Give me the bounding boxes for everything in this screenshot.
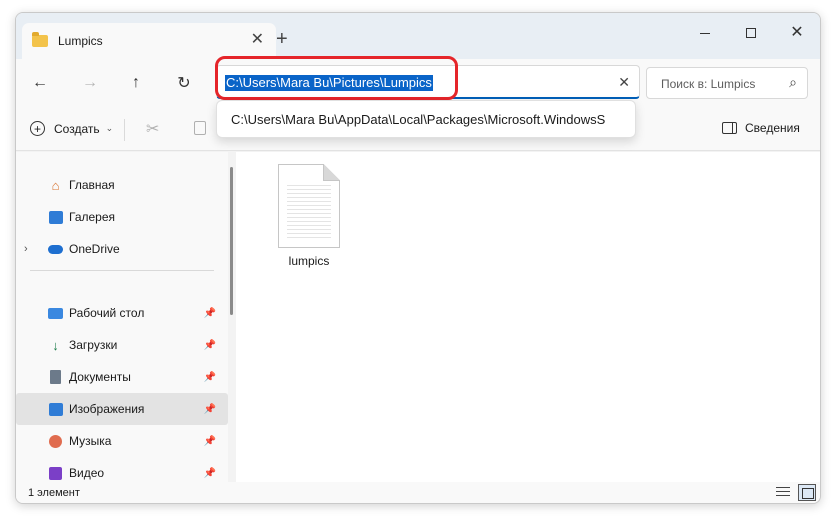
sidebar-divider	[30, 270, 214, 271]
search-input[interactable]: Поиск в: Lumpics ⌕	[646, 67, 808, 99]
file-list: lumpics	[236, 152, 820, 482]
cut-icon[interactable]: ✂	[146, 119, 159, 139]
download-icon: ↓	[52, 337, 59, 353]
sidebar-item-downloads[interactable]: ↓ Загрузки 📌	[16, 329, 228, 361]
pin-icon: 📌	[203, 339, 216, 351]
cloud-icon	[48, 244, 63, 254]
documents-icon	[50, 370, 61, 384]
plus-circle-icon: +	[30, 121, 45, 136]
address-input[interactable]: C:\Users\Mara Bu\Pictures\Lumpics ✕	[216, 65, 640, 99]
file-name: lumpics	[288, 254, 330, 268]
pictures-icon	[48, 402, 63, 416]
back-button[interactable]: ←	[26, 69, 54, 97]
chevron-right-icon[interactable]: ›	[24, 243, 28, 255]
create-label: Создать	[54, 121, 100, 136]
sidebar-item-documents[interactable]: Документы 📌	[16, 361, 228, 393]
sidebar-item-onedrive[interactable]: › OneDrive	[16, 233, 228, 265]
sidebar-item-label: Изображения	[69, 402, 145, 416]
file-item[interactable]: lumpics	[272, 164, 346, 268]
gallery-icon	[48, 210, 63, 224]
create-button[interactable]: + Создать ⌄	[30, 121, 113, 136]
minimize-button[interactable]	[682, 21, 728, 45]
search-placeholder: Поиск в: Lumpics	[661, 77, 756, 91]
details-button[interactable]: Сведения	[722, 121, 800, 135]
maximize-icon	[746, 28, 756, 38]
pin-icon: 📌	[203, 435, 216, 447]
suggestion-item[interactable]: C:\Users\Mara Bu\AppData\Local\Packages\…	[231, 112, 627, 127]
minimize-icon	[700, 32, 710, 34]
home-icon: ⌂	[51, 177, 60, 193]
sidebar-item-label: Рабочий стол	[69, 306, 145, 320]
tab-lumpics[interactable]: Lumpics ✕	[22, 23, 276, 59]
close-icon: ✕	[790, 24, 804, 41]
video-icon	[49, 466, 62, 480]
toolbar-divider	[124, 119, 125, 141]
pin-icon: 📌	[203, 371, 216, 383]
details-view-icon[interactable]	[776, 487, 790, 499]
search-icon: ⌕	[789, 74, 797, 90]
pin-icon: 📌	[203, 467, 216, 479]
item-count: 1 элемент	[28, 487, 80, 499]
pin-icon: 📌	[203, 307, 216, 319]
sidebar-item-desktop[interactable]: Рабочий стол 📌	[16, 297, 228, 329]
sidebar-item-label: Галерея	[69, 210, 116, 224]
address-value: C:\Users\Mara Bu\Pictures\Lumpics	[225, 75, 433, 91]
clear-address-icon[interactable]: ✕	[618, 74, 630, 91]
forward-button[interactable]: →	[76, 69, 104, 97]
large-icons-view-icon[interactable]	[798, 484, 816, 501]
tab-title: Lumpics	[58, 34, 103, 48]
pin-icon: 📌	[203, 403, 216, 415]
details-pane-icon	[722, 122, 737, 134]
details-label: Сведения	[745, 121, 800, 135]
tab-close-icon[interactable]: ✕	[251, 32, 264, 48]
status-bar: 1 элемент	[16, 482, 820, 503]
sidebar-item-gallery[interactable]: Галерея	[16, 201, 228, 233]
new-tab-button[interactable]: +	[276, 29, 288, 49]
maximize-button[interactable]	[728, 21, 774, 45]
sidebar-scrollbar[interactable]	[230, 167, 233, 315]
close-window-button[interactable]: ✕	[774, 21, 820, 45]
sidebar-item-label: Видео	[69, 466, 105, 480]
sidebar-item-label: Загрузки	[69, 338, 118, 352]
sidebar-item-label: OneDrive	[69, 242, 120, 256]
file-explorer-window: Lumpics ✕ + ✕ ← → ↑ ↻ C:\Users\Mara Bu\P…	[15, 12, 821, 504]
music-icon	[49, 434, 62, 448]
sidebar-item-pictures[interactable]: Изображения 📌	[16, 393, 228, 425]
up-button[interactable]: ↑	[122, 69, 150, 97]
refresh-button[interactable]: ↻	[170, 69, 198, 97]
sidebar-item-music[interactable]: Музыка 📌	[16, 425, 228, 457]
sidebar-item-home[interactable]: ⌂ Главная	[16, 169, 228, 201]
folder-icon	[32, 32, 48, 47]
title-bar: Lumpics ✕ + ✕	[16, 13, 820, 59]
chevron-down-icon: ⌄	[105, 123, 114, 133]
sidebar-item-label: Музыка	[69, 434, 112, 448]
address-suggestion-dropdown: C:\Users\Mara Bu\AppData\Local\Packages\…	[216, 100, 636, 138]
text-file-icon	[278, 164, 340, 248]
copy-icon[interactable]	[194, 121, 206, 135]
sidebar-item-label: Главная	[69, 178, 115, 192]
navigation-pane: ⌂ Главная Галерея › OneDrive Рабочий сто…	[16, 152, 228, 482]
desktop-icon	[48, 307, 63, 319]
sidebar-item-label: Документы	[69, 370, 131, 384]
